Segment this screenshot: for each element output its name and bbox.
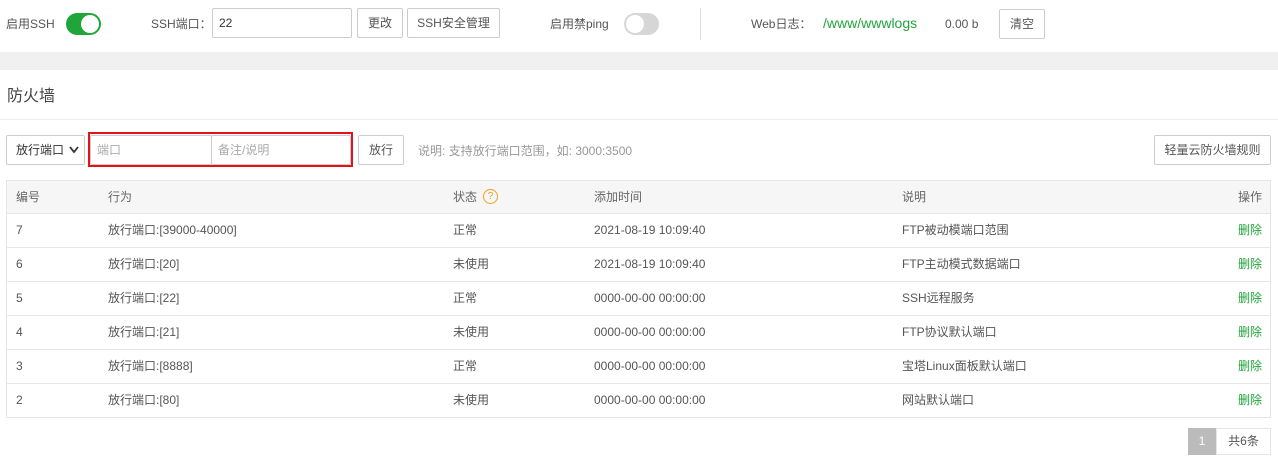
- header-note: 说明: [902, 190, 927, 204]
- ping-toggle[interactable]: [624, 13, 659, 35]
- row-note: 宝塔Linux面板默认端口: [902, 359, 1027, 373]
- toggle-knob: [81, 15, 99, 33]
- section-title: 防火墙: [7, 88, 56, 105]
- header-op: 操作: [1237, 190, 1262, 204]
- highlight-box: [88, 132, 353, 167]
- row-time: 2021-08-19 10:09:40: [594, 223, 706, 237]
- row-action: 放行端口:[80]: [108, 393, 180, 407]
- ssh-toggle[interactable]: [66, 13, 101, 35]
- header-status: 状态?: [453, 181, 499, 214]
- row-action: 放行端口:[21]: [108, 325, 180, 339]
- row-id: 3: [16, 359, 23, 373]
- clear-log-button[interactable]: 清空: [999, 9, 1045, 39]
- row-id: 2: [16, 393, 23, 407]
- weblog-label: Web日志：: [751, 17, 812, 31]
- delete-link[interactable]: 删除: [1238, 350, 1262, 383]
- row-id: 4: [16, 325, 23, 339]
- row-id: 6: [16, 257, 23, 271]
- ssh-enable-label: 启用SSH: [6, 17, 55, 31]
- rule-type-value: 放行端口: [16, 143, 65, 157]
- settings-bar: 启用SSH SSH端口： 22 更改 SSH安全管理 启用禁ping Web日志…: [0, 0, 1278, 50]
- row-time: 0000-00-00 00:00:00: [594, 325, 706, 339]
- delete-link[interactable]: 删除: [1238, 282, 1262, 315]
- header-action: 行为: [108, 190, 133, 204]
- row-status: 未使用: [453, 325, 490, 339]
- delete-link[interactable]: 删除: [1238, 248, 1262, 281]
- row-id: 5: [16, 291, 23, 305]
- delete-link[interactable]: 删除: [1238, 214, 1262, 247]
- row-status: 正常: [453, 223, 478, 237]
- row-id: 7: [16, 223, 23, 237]
- row-status: 正常: [453, 291, 478, 305]
- row-note: 网站默认端口: [902, 393, 975, 407]
- section-separator: [0, 52, 1278, 70]
- weblog-size: 0.00 b: [945, 17, 979, 31]
- row-status: 正常: [453, 359, 478, 373]
- rule-type-select[interactable]: 放行端口: [6, 135, 85, 165]
- table-row: 2 放行端口:[80] 未使用 0000-00-00 00:00:00 网站默认…: [6, 384, 1271, 418]
- row-note: FTP协议默认端口: [902, 325, 997, 339]
- row-action: 放行端口:[39000-40000]: [108, 223, 237, 237]
- row-status: 未使用: [453, 257, 490, 271]
- row-time: 2021-08-19 10:09:40: [594, 257, 706, 271]
- table-header: 编号 行为 状态? 添加时间 说明 操作: [6, 180, 1271, 214]
- row-note: SSH远程服务: [902, 291, 975, 305]
- ssh-port-label: SSH端口：: [151, 17, 212, 31]
- table-row: 6 放行端口:[20] 未使用 2021-08-19 10:09:40 FTP主…: [6, 248, 1271, 282]
- weblog-path-link[interactable]: /www/wwwlogs: [823, 14, 917, 32]
- delete-link[interactable]: 删除: [1238, 384, 1262, 417]
- table-row: 4 放行端口:[21] 未使用 0000-00-00 00:00:00 FTP协…: [6, 316, 1271, 350]
- row-note: FTP被动模端口范围: [902, 223, 1009, 237]
- hint-text: 说明: 支持放行端口范围，如: 3000:3500: [418, 144, 633, 158]
- chevron-down-icon: [69, 136, 79, 176]
- row-action: 放行端口:[8888]: [108, 359, 193, 373]
- row-note: FTP主动模式数据端口: [902, 257, 1021, 271]
- toggle-knob: [626, 15, 644, 33]
- header-time: 添加时间: [594, 190, 643, 204]
- firewall-table: 编号 行为 状态? 添加时间 说明 操作 7 放行端口:[39000-40000…: [6, 180, 1271, 418]
- pagination-current-page[interactable]: 1: [1188, 428, 1216, 455]
- table-row: 7 放行端口:[39000-40000] 正常 2021-08-19 10:09…: [6, 214, 1271, 248]
- row-status: 未使用: [453, 393, 490, 407]
- header-id: 编号: [16, 190, 41, 204]
- row-time: 0000-00-00 00:00:00: [594, 359, 706, 373]
- table-row: 3 放行端口:[8888] 正常 0000-00-00 00:00:00 宝塔L…: [6, 350, 1271, 384]
- table-row: 5 放行端口:[22] 正常 0000-00-00 00:00:00 SSH远程…: [6, 282, 1271, 316]
- row-action: 放行端口:[22]: [108, 291, 180, 305]
- row-time: 0000-00-00 00:00:00: [594, 393, 706, 407]
- delete-link[interactable]: 删除: [1238, 316, 1262, 349]
- row-time: 0000-00-00 00:00:00: [594, 291, 706, 305]
- row-action: 放行端口:[20]: [108, 257, 180, 271]
- divider: [0, 119, 1278, 120]
- help-icon[interactable]: ?: [483, 189, 499, 205]
- ssh-port-input[interactable]: 22: [212, 8, 352, 38]
- change-port-button[interactable]: 更改: [357, 8, 403, 38]
- cloud-firewall-rules-button[interactable]: 轻量云防火墙规则: [1154, 135, 1271, 165]
- ssh-security-button[interactable]: SSH安全管理: [407, 8, 500, 38]
- ping-label: 启用禁ping: [550, 17, 609, 31]
- pagination-total: 共6条: [1216, 428, 1271, 455]
- allow-button[interactable]: 放行: [358, 135, 404, 165]
- divider: [700, 8, 701, 40]
